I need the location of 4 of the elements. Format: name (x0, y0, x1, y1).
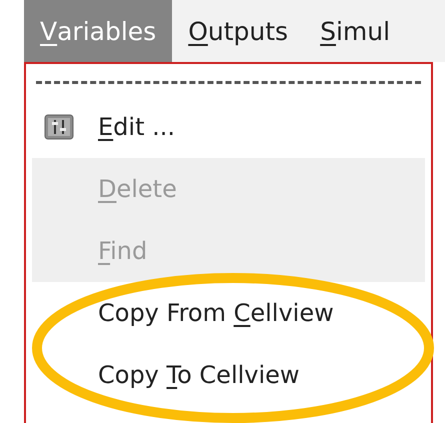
sliders-icon (44, 114, 74, 140)
menu-title[interactable]: Variables (24, 0, 172, 62)
menu-title[interactable]: Simul (304, 0, 406, 62)
menu-title[interactable]: Outputs (172, 0, 304, 62)
